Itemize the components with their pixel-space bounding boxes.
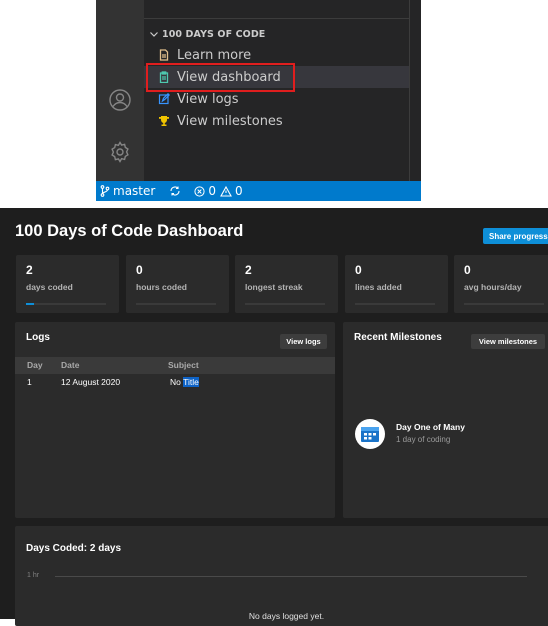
view-milestones-button[interactable]: View milestones (471, 334, 545, 349)
axis-label: 1 hr (27, 572, 40, 579)
stat-value: 0 (355, 263, 362, 277)
account-icon[interactable] (108, 88, 132, 112)
milestone-description: 1 day of coding (396, 435, 451, 444)
edit-icon (158, 93, 170, 105)
milestone-badge (355, 419, 385, 449)
progress-fill (26, 303, 34, 305)
tree-item-label: Learn more (177, 47, 252, 63)
log-date: 12 August 2020 (61, 377, 121, 387)
editor-edge (409, 0, 421, 181)
milestones-card: Recent Milestones View milestones Day On… (343, 322, 548, 518)
logs-table-header: Day Date Subject (15, 357, 335, 374)
document-icon (158, 49, 170, 61)
section-header[interactable]: 100 DAYS OF CODE (148, 27, 265, 41)
stat-label: hours coded (136, 282, 188, 292)
gear-icon[interactable] (108, 140, 132, 164)
log-day: 1 (27, 377, 32, 387)
stat-card: 2 days coded (16, 255, 119, 313)
stat-label: lines added (355, 282, 402, 292)
stat-label: longest streak (245, 282, 303, 292)
days-coded-title: Days Coded: 2 days (26, 543, 122, 554)
activity-bar (96, 0, 144, 181)
column-header: Date (61, 360, 80, 370)
subject-text: No (170, 377, 184, 387)
branch-name: master (113, 184, 156, 198)
axis-gridline (55, 576, 527, 577)
tree-item-label: View milestones (177, 113, 283, 129)
branch-indicator[interactable]: master (100, 184, 155, 198)
log-subject: No Title (170, 374, 199, 391)
stat-card: 0 hours coded (126, 255, 229, 313)
calendar-icon (361, 427, 379, 442)
highlight-annotation (146, 63, 295, 92)
stat-value: 2 (26, 263, 33, 277)
stat-progress-bar (245, 303, 325, 305)
stat-progress-bar (464, 303, 544, 305)
logs-card: Logs View logs Day Date Subject 1 12 Aug… (15, 322, 335, 518)
milestones-title: Recent Milestones (354, 332, 442, 343)
status-bar: master 0 0 (96, 181, 421, 201)
share-progress-button[interactable]: Share progress (483, 228, 548, 244)
view-logs-button[interactable]: View logs (280, 334, 327, 349)
trophy-icon (158, 115, 170, 127)
logs-title: Logs (26, 332, 50, 343)
sync-icon (170, 186, 180, 196)
stat-progress-bar (26, 303, 106, 305)
stat-value: 0 (136, 263, 143, 277)
selected-text: Title (183, 377, 199, 387)
tree-item-view-milestones[interactable]: View milestones (144, 110, 409, 132)
stat-card: 2 longest streak (235, 255, 338, 313)
stat-progress-bar (355, 303, 435, 305)
stat-value: 0 (464, 263, 471, 277)
section-title: 100 DAYS OF CODE (162, 28, 266, 40)
dashboard: 100 Days of Code Dashboard Share progres… (0, 208, 548, 626)
stat-card: 0 lines added (345, 255, 448, 313)
stat-label: avg hours/day (464, 282, 522, 292)
empty-state-message: No days logged yet. (248, 611, 325, 621)
table-row[interactable]: 1 12 August 2020 No Title (15, 374, 335, 391)
stat-value: 2 (245, 263, 252, 277)
divider (144, 18, 409, 19)
column-header: Day (27, 360, 43, 370)
warning-icon (220, 185, 232, 197)
stat-progress-bar (136, 303, 216, 305)
page-title: 100 Days of Code Dashboard (15, 222, 244, 240)
days-coded-card: Days Coded: 2 days 1 hr No days logged y… (15, 526, 548, 626)
sync-button[interactable] (169, 185, 184, 197)
stat-label: days coded (26, 282, 73, 292)
milestone-name: Day One of Many (396, 422, 465, 432)
column-header: Subject (168, 360, 199, 370)
git-branch-icon (100, 185, 110, 197)
stat-card: 0 avg hours/day (454, 255, 548, 313)
error-icon (194, 185, 205, 197)
chevron-down-icon (150, 32, 158, 37)
stats-row: 2 days coded 0 hours coded 2 longest str… (16, 255, 548, 313)
tree-item-label: View logs (177, 91, 239, 107)
warning-count: 0 (234, 184, 243, 198)
error-count: 0 (208, 184, 216, 198)
problems-indicator[interactable]: 0 0 (194, 184, 243, 198)
